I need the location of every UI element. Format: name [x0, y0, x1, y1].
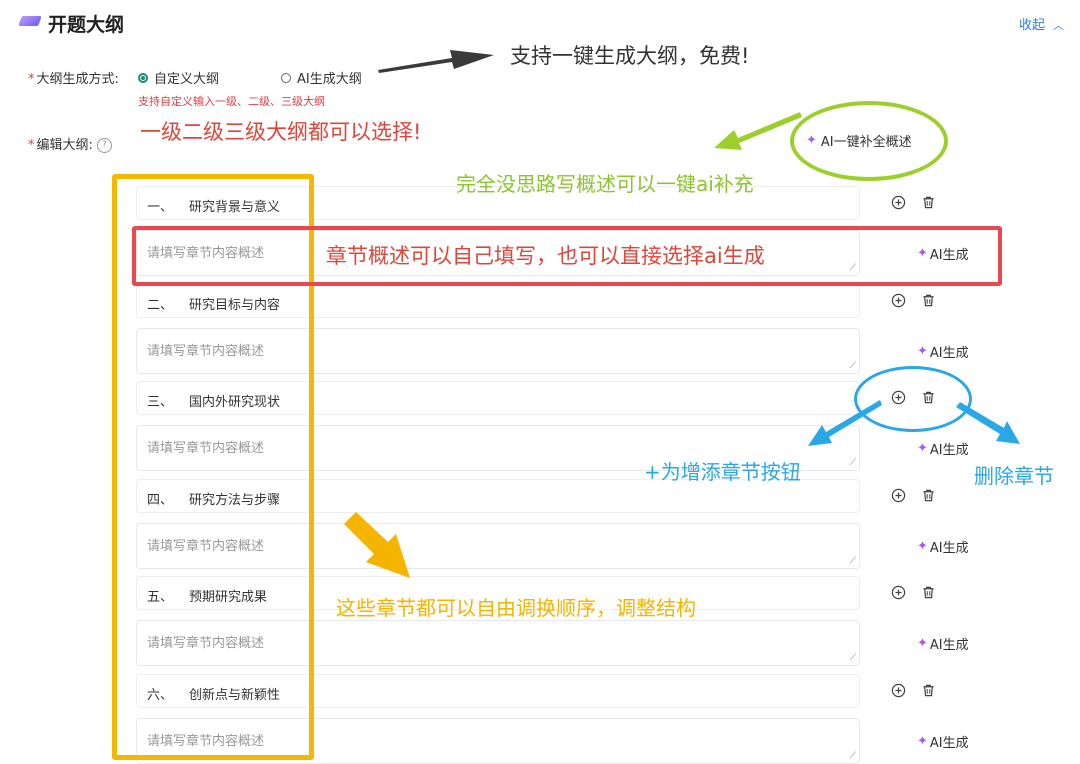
yellow-arrow — [344, 512, 410, 578]
annotation-one-click: 支持一键生成大纲，免费! — [510, 44, 750, 68]
annotation-chapter-desc: 章节概述可以自己填写，也可以直接选择ai生成 — [326, 244, 765, 268]
black-arrow — [378, 50, 494, 73]
green-arrow — [714, 112, 802, 150]
annotation-levels: 一级二级三级大纲都可以选择! — [140, 120, 422, 144]
annotation-reorder: 这些章节都可以自由调换顺序，调整结构 — [336, 596, 696, 620]
blue-arrow-right — [956, 402, 1020, 444]
annotation-no-idea: 完全没思路写概述可以一键ai补充 — [456, 172, 754, 196]
annotation-arrows — [344, 50, 1020, 578]
blue-arrow-left — [808, 400, 882, 446]
annotation-add-button: +为增添章节按钮 — [644, 460, 801, 484]
annotation-delete-chapter: 删除章节 — [974, 464, 1054, 488]
